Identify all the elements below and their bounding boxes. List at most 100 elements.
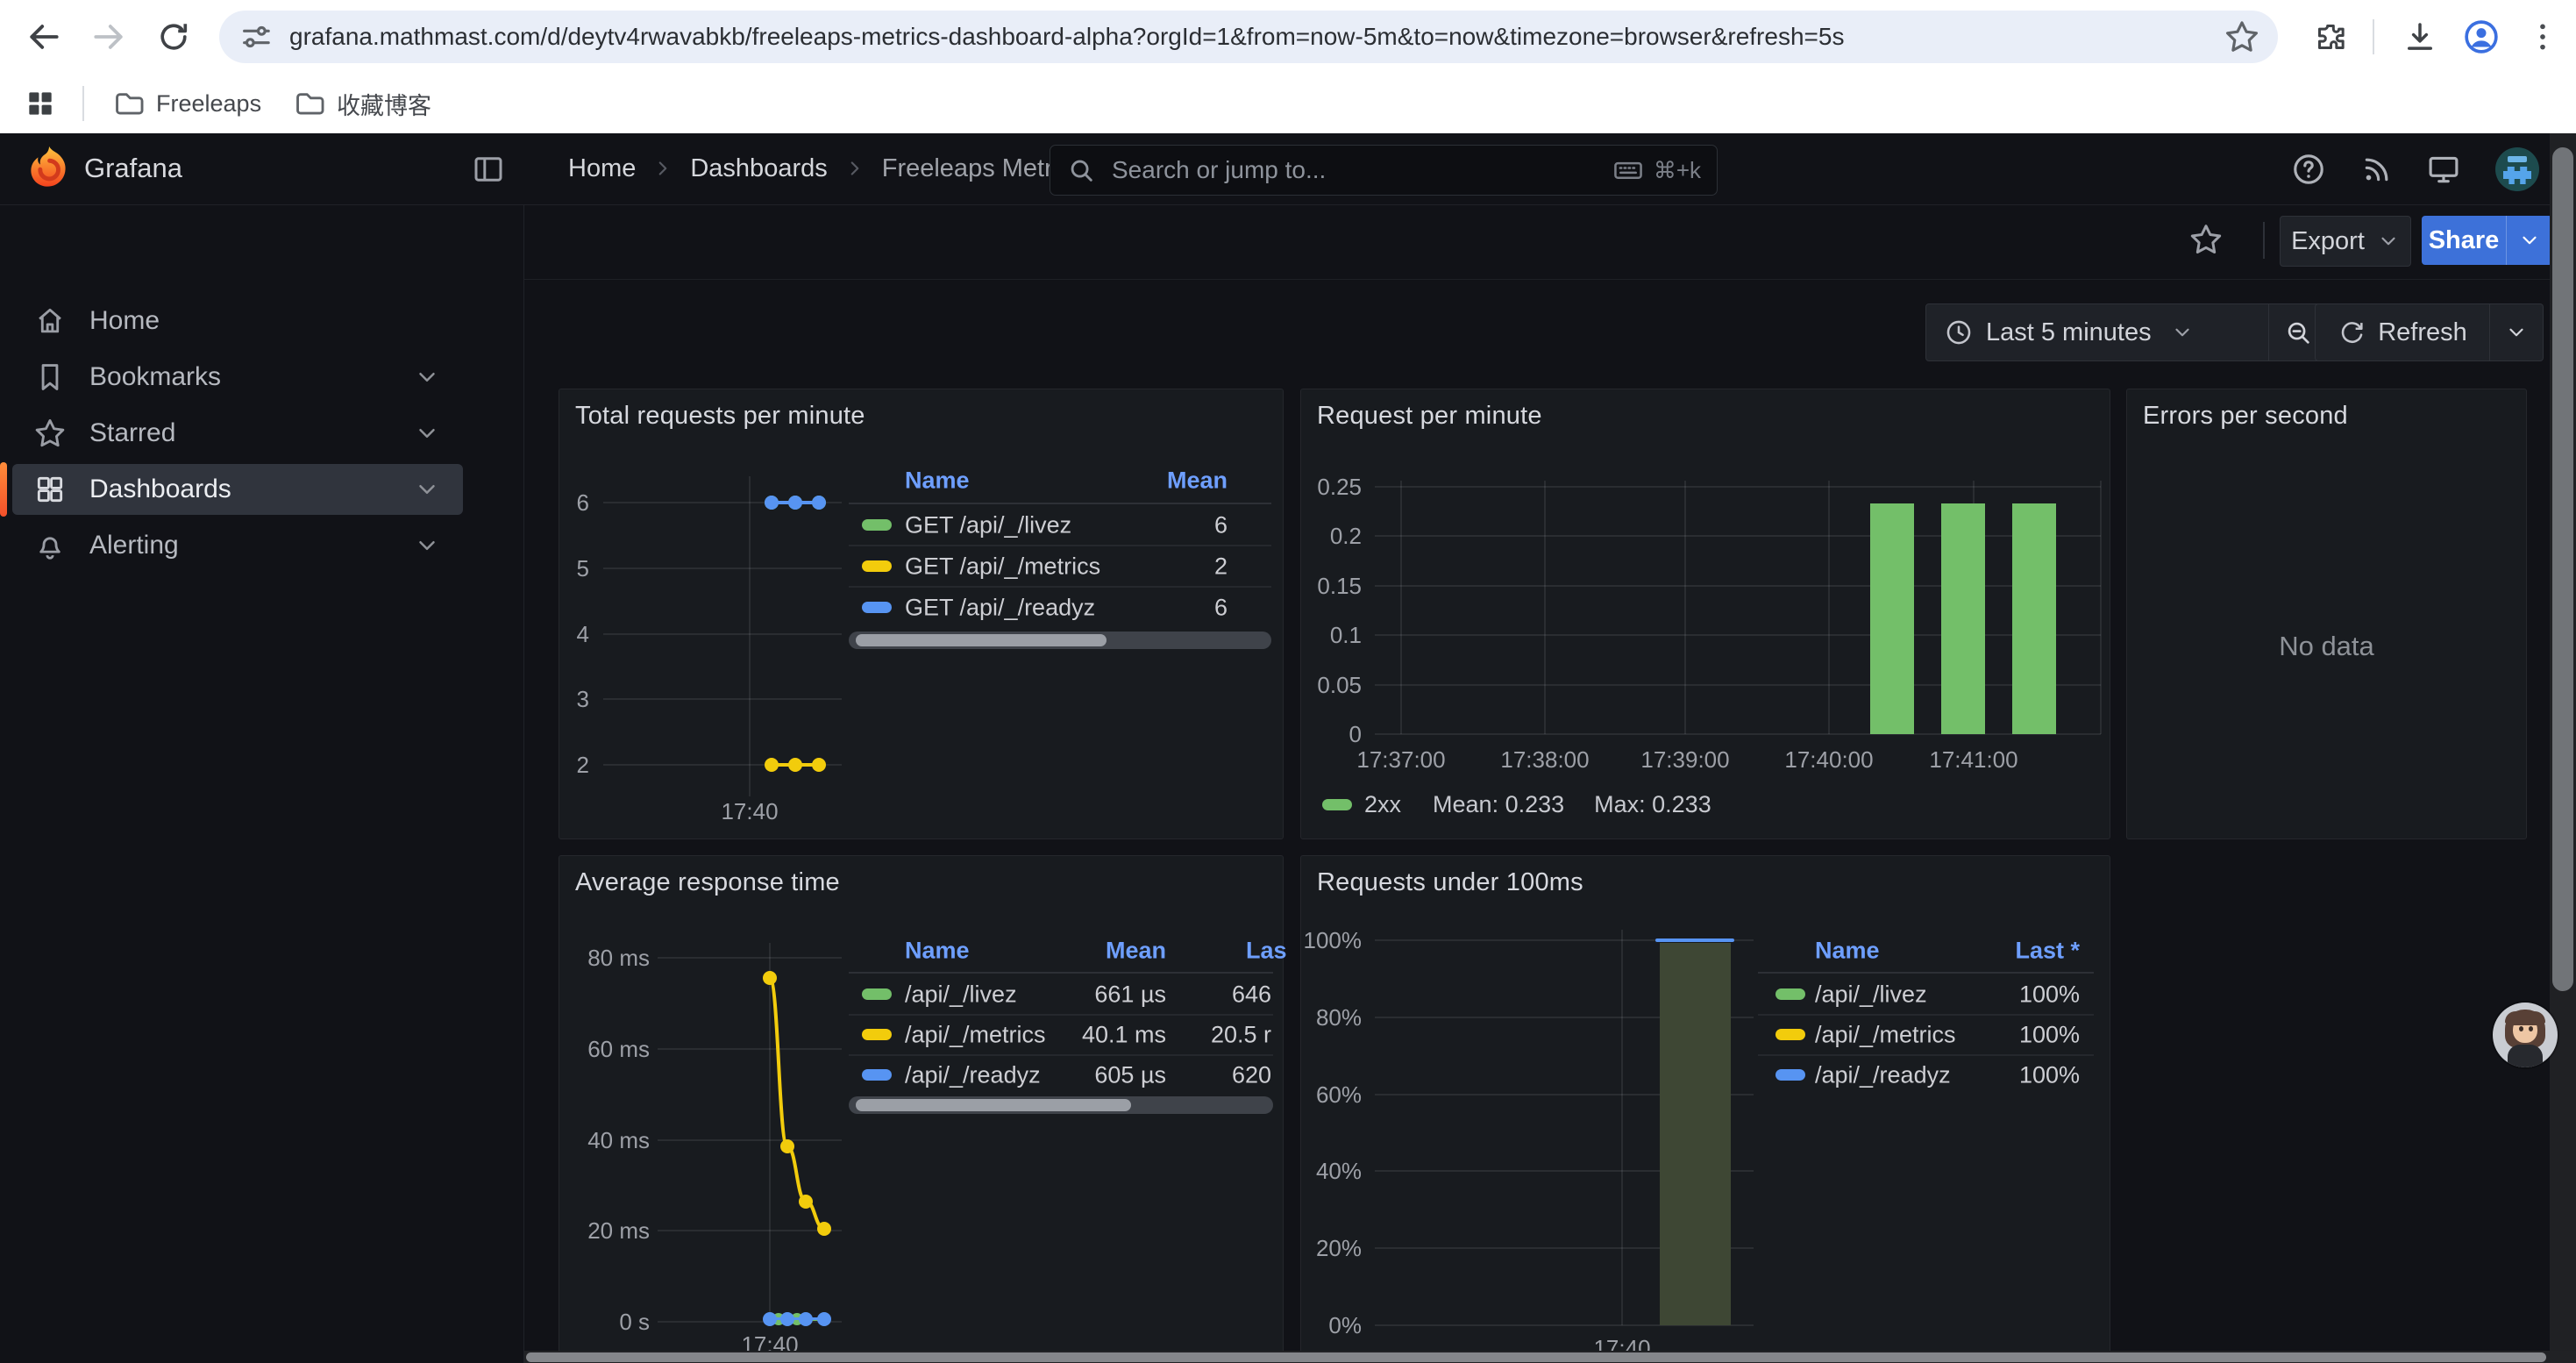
plot-area[interactable] [658, 943, 842, 1326]
menu-kebab-icon[interactable] [2518, 12, 2567, 61]
sidebar-item-starred[interactable]: Starred [12, 408, 463, 459]
folder-icon [293, 87, 326, 120]
search-box[interactable]: ⌘+k [1050, 145, 1718, 196]
panel-errors-per-second: Errors per second No data [2126, 389, 2527, 839]
sidebar: Home Bookmarks Starred Dashboards Alerti… [0, 204, 524, 1363]
panel-title[interactable]: Request per minute [1317, 402, 1542, 431]
avatar-eye [2529, 1026, 2533, 1031]
apps-grid-icon[interactable] [16, 79, 65, 128]
share-button-group: Share [2422, 216, 2552, 265]
site-settings-icon[interactable] [238, 19, 274, 54]
plot-area[interactable] [1375, 481, 2101, 734]
sidebar-item-home[interactable]: Home [12, 296, 463, 346]
grafana-brand[interactable]: Grafana [84, 133, 182, 203]
bell-icon [33, 529, 67, 562]
share-dropdown-button[interactable] [2506, 216, 2552, 265]
panel-title[interactable]: Requests under 100ms [1317, 868, 1583, 897]
sidebar-item-alerting[interactable]: Alerting [12, 520, 463, 571]
legend-mean: Mean: 0.233 [1433, 791, 1564, 818]
kiosk-monitor-icon[interactable] [2423, 149, 2464, 189]
bookmark-folder-blogs[interactable]: 收藏博客 [279, 82, 445, 125]
home-icon [33, 304, 67, 338]
apps-icon [33, 473, 67, 506]
legend-max: Max: 0.233 [1594, 791, 1711, 818]
avatar-bangs [2505, 1011, 2545, 1025]
reload-button[interactable] [149, 12, 198, 61]
legend-row[interactable] [1758, 1015, 2094, 1055]
floating-assistant-avatar[interactable] [2493, 1003, 2558, 1067]
clock-icon [1944, 318, 1974, 347]
grafana-logo-icon[interactable] [25, 144, 74, 193]
help-icon[interactable] [2288, 149, 2329, 189]
back-button[interactable] [19, 12, 68, 61]
url-bar[interactable]: grafana.mathmast.com/d/deytv4rwavabkb/fr… [219, 11, 2278, 63]
chevron-right-icon [651, 157, 674, 180]
breadcrumb-dashboards[interactable]: Dashboards [690, 154, 827, 183]
export-button[interactable]: Export [2280, 216, 2411, 267]
user-avatar[interactable] [2495, 147, 2539, 191]
horizontal-scrollbar-thumb[interactable] [526, 1352, 2546, 1362]
time-picker-group: Last 5 minutes [1925, 303, 2328, 361]
grafana-app: Grafana Home Dashboards Freeleaps Metric… [0, 133, 2576, 1363]
no-data-text: No data [2127, 631, 2526, 662]
search-input[interactable] [1110, 155, 1482, 185]
downloads-icon[interactable] [2395, 12, 2444, 61]
chevron-down-icon[interactable] [414, 476, 440, 503]
avatar-eye [2519, 1026, 2523, 1031]
avatar-pixel-face [2503, 167, 2531, 184]
toolbar-divider [2373, 19, 2374, 54]
panel-title[interactable]: Errors per second [2143, 402, 2348, 431]
legend-row[interactable] [1758, 1055, 2094, 1095]
sidebar-toggle-icon[interactable] [468, 149, 509, 189]
refresh-icon [2338, 318, 2366, 346]
grafana-header: Grafana Home Dashboards Freeleaps Metric… [0, 133, 2576, 205]
plot-area[interactable] [603, 476, 842, 796]
vertical-scrollbar-thumb[interactable] [2552, 147, 2573, 991]
chevron-down-icon [2171, 321, 2194, 344]
extensions-icon[interactable] [2306, 12, 2355, 61]
sidebar-item-label: Alerting [89, 531, 179, 560]
chevron-down-icon[interactable] [414, 532, 440, 559]
legend-pill [1322, 799, 1352, 810]
sidebar-item-bookmarks[interactable]: Bookmarks [12, 352, 463, 403]
breadcrumb-home[interactable]: Home [568, 154, 636, 183]
legend-row[interactable] [849, 588, 1271, 628]
legend-scrollbar-thumb[interactable] [856, 634, 1107, 646]
sidebar-item-label: Starred [89, 418, 175, 448]
time-range-button[interactable]: Last 5 minutes [1925, 303, 2269, 361]
chevron-right-icon [843, 157, 866, 180]
chevron-down-icon[interactable] [414, 420, 440, 446]
sidebar-item-label: Bookmarks [89, 362, 221, 392]
legend: 2xx Mean: 0.233 Max: 0.233 [1322, 791, 1711, 818]
plot-area[interactable] [1375, 930, 1754, 1325]
profile-avatar[interactable] [2457, 12, 2506, 61]
forward-button[interactable] [84, 12, 133, 61]
bookmark-folder-label: Freeleaps [156, 90, 261, 118]
avatar-body [2508, 1045, 2543, 1067]
legend-row[interactable] [849, 1055, 1273, 1095]
share-button[interactable]: Share [2422, 216, 2506, 265]
time-controls-row: Last 5 minutes Refresh [524, 279, 2576, 384]
legend-series-name[interactable]: 2xx [1364, 791, 1401, 818]
legend-row[interactable] [849, 505, 1271, 546]
url-text[interactable]: grafana.mathmast.com/d/deytv4rwavabkb/fr… [289, 23, 1844, 51]
panel-title[interactable]: Average response time [575, 868, 840, 897]
refresh-button[interactable]: Refresh [2315, 303, 2490, 361]
legend-row[interactable] [849, 1015, 1273, 1055]
bookmark-page-icon[interactable] [2224, 18, 2260, 55]
dashboard-sub-toolbar: Export Share [524, 204, 2576, 280]
refresh-group: Refresh [2315, 303, 2544, 361]
bookmark-folder-freeleaps[interactable]: Freeleaps [98, 82, 275, 125]
legend-row[interactable] [1758, 974, 2094, 1015]
legend-row[interactable] [849, 974, 1273, 1015]
panel-title[interactable]: Total requests per minute [575, 402, 865, 431]
favorite-star-button[interactable] [2183, 217, 2229, 262]
news-rss-icon[interactable] [2357, 149, 2397, 189]
bookmarks-bar: Freeleaps 收藏博客 [0, 74, 2576, 134]
chevron-down-icon[interactable] [414, 364, 440, 390]
sidebar-item-label: Home [89, 306, 160, 336]
legend-row[interactable] [849, 546, 1271, 587]
legend-scrollbar-thumb[interactable] [856, 1099, 1131, 1111]
refresh-interval-dropdown[interactable] [2490, 303, 2544, 361]
sidebar-item-dashboards[interactable]: Dashboards [12, 464, 463, 515]
